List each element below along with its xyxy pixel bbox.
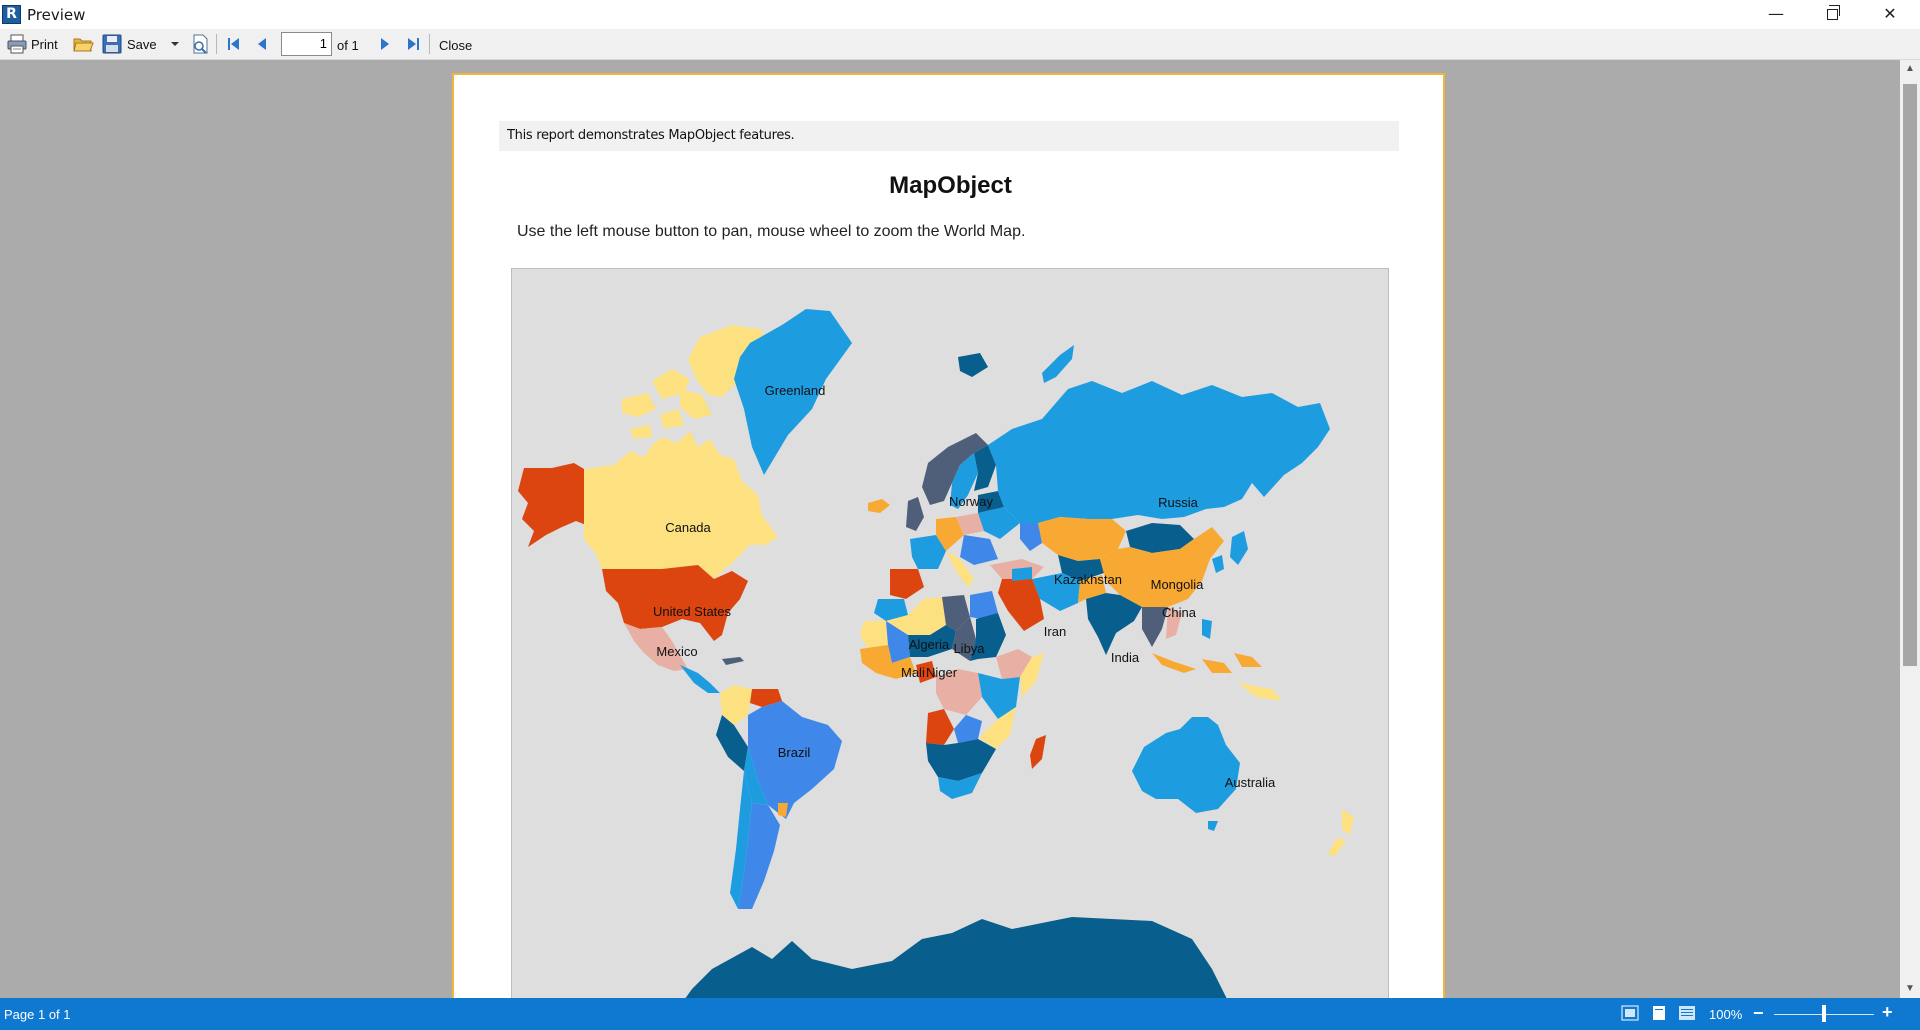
antarctica-region (685, 917, 1227, 998)
iceland-region (868, 499, 890, 513)
iraq-region (1012, 567, 1032, 581)
peru-region (716, 715, 748, 771)
folder-open-icon (73, 38, 94, 52)
usa-region (602, 565, 748, 641)
vertical-scrollbar[interactable]: ▲ ▼ (1900, 60, 1920, 998)
page-count-label: of 1 (337, 37, 359, 53)
iberia-region (890, 569, 924, 599)
madagascar-region (1030, 735, 1046, 769)
map-label-greenland: Greenland (765, 383, 826, 398)
close-preview-button[interactable]: Close (439, 33, 472, 57)
floppy-disk-icon (102, 34, 122, 54)
angola-region (926, 709, 954, 745)
previous-page-icon (258, 38, 266, 50)
new-zealand-region (1328, 809, 1354, 857)
next-page-icon (381, 38, 389, 50)
balkans-region (960, 535, 998, 565)
status-page-text: Page 1 of 1 (4, 1007, 71, 1022)
view-page-width-icon[interactable] (1678, 1005, 1696, 1021)
caribbean-region (722, 657, 744, 665)
view-single-page-icon[interactable] (1650, 1005, 1668, 1021)
indonesia-region (1152, 653, 1262, 673)
map-label-australia: Australia (1225, 775, 1276, 790)
zoom-slider-thumb[interactable] (1822, 1005, 1826, 1022)
print-button[interactable]: Print (6, 32, 58, 56)
minimize-button[interactable]: — (1748, 0, 1804, 29)
map-label-brazil: Brazil (778, 745, 811, 760)
window-title: Preview (27, 6, 86, 24)
report-title: MapObject (889, 172, 1012, 199)
dropdown-arrow-icon (171, 42, 179, 46)
scroll-up-button[interactable]: ▲ (1900, 60, 1920, 78)
last-page-button[interactable] (402, 32, 424, 56)
map-label-iran: Iran (1044, 624, 1066, 639)
restore-icon (1826, 5, 1840, 20)
map-label-mali: Mali (901, 665, 925, 680)
close-window-button[interactable]: ✕ (1862, 0, 1918, 29)
zoom-in-button[interactable]: + (1882, 1002, 1893, 1023)
map-label-algeria: Algeria (909, 637, 950, 652)
first-page-icon (228, 38, 239, 50)
map-label-canada: Canada (665, 520, 711, 535)
map-label-mongolia: Mongolia (1151, 577, 1205, 592)
toolbar: Print Save 1 of 1 Close (0, 29, 1920, 60)
central-america-region (680, 665, 720, 693)
zoom-out-button[interactable]: − (1753, 1003, 1764, 1024)
open-button[interactable] (72, 32, 94, 56)
world-map[interactable]: Greenland Canada United States Mexico Br… (511, 268, 1389, 998)
new-guinea-region (1238, 683, 1282, 701)
report-instruction: Use the left mouse button to pan, mouse … (517, 223, 1026, 240)
map-label-india: India (1111, 650, 1140, 665)
map-label-norway: Norway (949, 494, 994, 509)
map-label-usa: United States (653, 604, 732, 619)
toolbar-separator (429, 34, 430, 54)
save-label: Save (127, 36, 157, 52)
next-page-button[interactable] (373, 32, 395, 56)
report-note: This report demonstrates MapObject featu… (499, 121, 1399, 151)
status-bar: Page 1 of 1 100% − + (0, 998, 1920, 1030)
document-area[interactable]: This report demonstrates MapObject featu… (0, 60, 1900, 998)
map-label-niger: Niger (926, 665, 958, 680)
world-map-canvas[interactable]: Greenland Canada United States Mexico Br… (512, 269, 1389, 998)
map-label-mexico: Mexico (656, 644, 697, 659)
export-button[interactable] (189, 32, 211, 56)
save-button[interactable]: Save (101, 32, 157, 56)
view-fit-page-icon[interactable] (1621, 1005, 1639, 1021)
export-document-icon (193, 34, 208, 54)
tasmania-region (1208, 821, 1218, 831)
first-page-button[interactable] (223, 32, 245, 56)
printer-icon (7, 34, 27, 54)
philippines-region (1202, 619, 1212, 639)
map-label-kazakhstan: Kazakhstan (1054, 572, 1122, 587)
toolbar-separator (216, 34, 217, 54)
title-bar: R Preview — ✕ (0, 0, 1920, 29)
scroll-down-button[interactable]: ▼ (1900, 980, 1920, 998)
map-label-russia: Russia (1158, 495, 1199, 510)
map-label-libya: Libya (953, 641, 985, 656)
report-page: This report demonstrates MapObject featu… (452, 73, 1445, 998)
svalbard-region (958, 353, 988, 377)
print-label: Print (31, 36, 58, 52)
app-icon: R (2, 5, 21, 24)
restore-button[interactable] (1804, 0, 1860, 29)
southern-africa-region (926, 739, 996, 781)
page-number-input[interactable]: 1 (281, 32, 332, 56)
scroll-thumb[interactable] (1903, 84, 1917, 666)
zambia-region (954, 715, 982, 743)
caucasus-region (1020, 523, 1042, 551)
uk-region (906, 497, 924, 531)
last-page-icon (408, 38, 419, 50)
previous-page-button[interactable] (252, 32, 274, 56)
novaya-zemlya-region (1042, 345, 1074, 383)
map-label-china: China (1162, 605, 1197, 620)
save-dropdown-button[interactable] (170, 32, 180, 56)
zoom-level-text: 100% (1709, 1007, 1743, 1022)
canada-region (584, 431, 778, 579)
australia-region (1132, 717, 1240, 813)
mauritania-region (860, 621, 888, 649)
